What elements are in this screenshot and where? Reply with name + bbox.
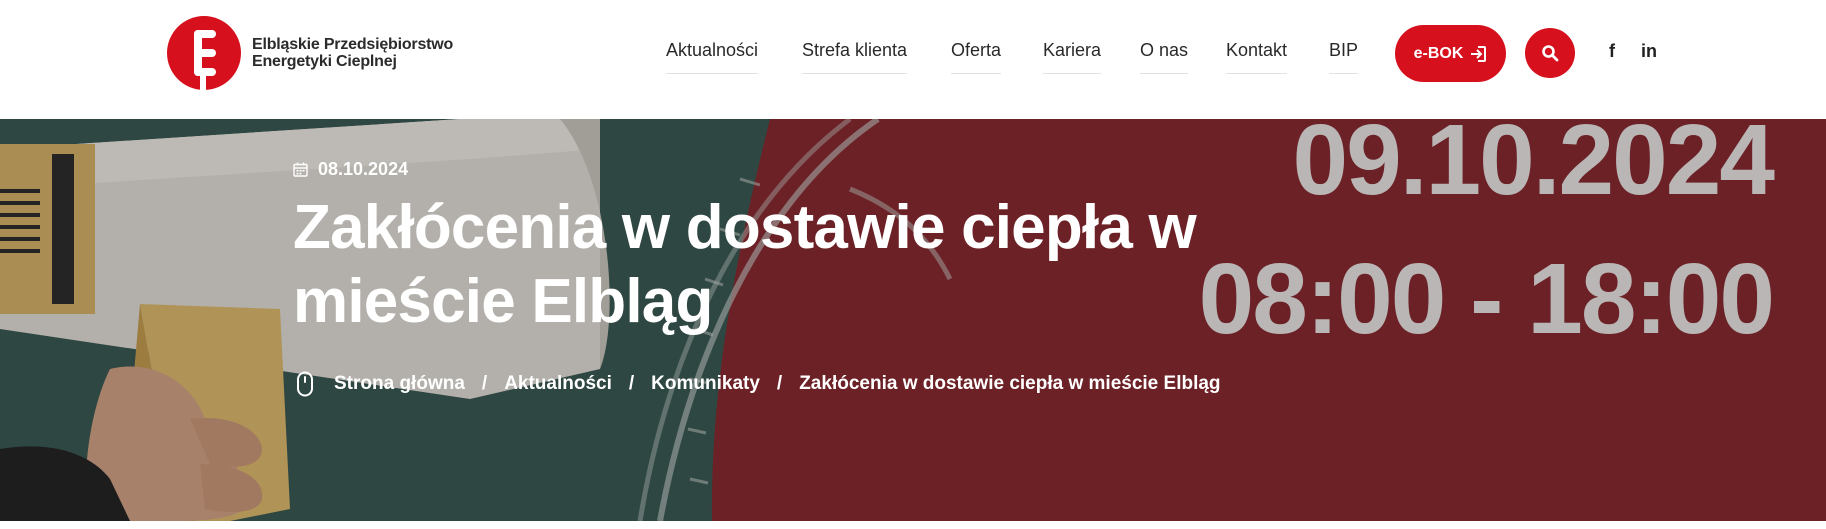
facebook-icon[interactable]: f bbox=[1609, 41, 1615, 62]
site-logo[interactable]: Elbląskie Przedsiębiorstwo Energetyki Ci… bbox=[167, 16, 453, 90]
search-icon bbox=[1542, 45, 1559, 62]
ebok-button[interactable]: e-BOK bbox=[1395, 25, 1506, 82]
logo-text-line1: Elbląskie Przedsiębiorstwo bbox=[252, 36, 454, 53]
logo-text: Elbląskie Przedsiębiorstwo Energetyki Ci… bbox=[252, 36, 453, 70]
page-title: Zakłócenia w dostawie ciepła w mieście E… bbox=[293, 193, 1197, 336]
breadcrumb: Strona główna / Aktualności / Komunikaty… bbox=[296, 371, 1221, 397]
breadcrumb-home[interactable]: Strona główna bbox=[334, 373, 465, 395]
breadcrumb-separator: / bbox=[481, 373, 488, 394]
linkedin-icon[interactable]: in bbox=[1641, 41, 1657, 62]
logo-icon bbox=[167, 16, 241, 90]
nav-item-kontakt[interactable]: Kontakt bbox=[1226, 40, 1288, 74]
nav-item-bip[interactable]: BIP bbox=[1329, 40, 1359, 74]
post-date: 08.10.2024 bbox=[293, 159, 408, 180]
nav-item-strefa-klienta[interactable]: Strefa klienta bbox=[802, 40, 908, 74]
hero-banner: 09.10.2024 08:00 - 18:00 08.10.2024 Zakł… bbox=[0, 119, 1826, 521]
site-header: Elbląskie Przedsiębiorstwo Energetyki Ci… bbox=[0, 0, 1826, 119]
ebok-label: e-BOK bbox=[1413, 44, 1464, 62]
calendar-icon bbox=[293, 162, 308, 177]
breadcrumb-current: Zakłócenia w dostawie ciepła w mieście E… bbox=[799, 373, 1221, 394]
nav-item-aktualnosci[interactable]: Aktualności bbox=[666, 40, 759, 74]
nav-item-oferta[interactable]: Oferta bbox=[951, 40, 1002, 74]
breadcrumb-aktualnosci[interactable]: Aktualności bbox=[504, 373, 612, 395]
login-icon bbox=[1471, 45, 1487, 62]
mouse-icon bbox=[297, 371, 313, 397]
overlay-date: 09.10.2024 bbox=[1292, 119, 1775, 216]
breadcrumb-separator: / bbox=[628, 373, 635, 394]
nav-item-o-nas[interactable]: O nas bbox=[1140, 40, 1189, 74]
search-button[interactable] bbox=[1525, 28, 1575, 78]
logo-text-line2: Energetyki Cieplnej bbox=[252, 53, 397, 70]
breadcrumb-komunikaty[interactable]: Komunikaty bbox=[651, 373, 760, 395]
post-date-text: 08.10.2024 bbox=[318, 159, 409, 179]
nav-item-kariera[interactable]: Kariera bbox=[1043, 40, 1102, 74]
breadcrumb-separator: / bbox=[776, 373, 783, 394]
